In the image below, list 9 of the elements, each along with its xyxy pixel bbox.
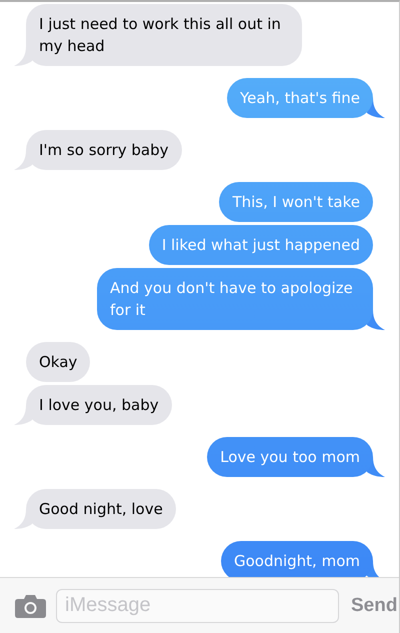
send-button[interactable]: Send xyxy=(349,594,398,616)
received-message: I just need to work this all out in my head xyxy=(14,4,302,66)
received-message: I'm so sorry baby xyxy=(14,130,182,170)
sent-message: And you don't have to apologize for it xyxy=(97,268,385,330)
sent-message: Love you too mom xyxy=(207,437,385,477)
received-message: Good night, love xyxy=(14,489,176,529)
sent-message: Yeah, that's fine xyxy=(227,78,385,118)
received-message: I love you, baby xyxy=(14,385,172,425)
camera-icon[interactable] xyxy=(15,594,46,618)
